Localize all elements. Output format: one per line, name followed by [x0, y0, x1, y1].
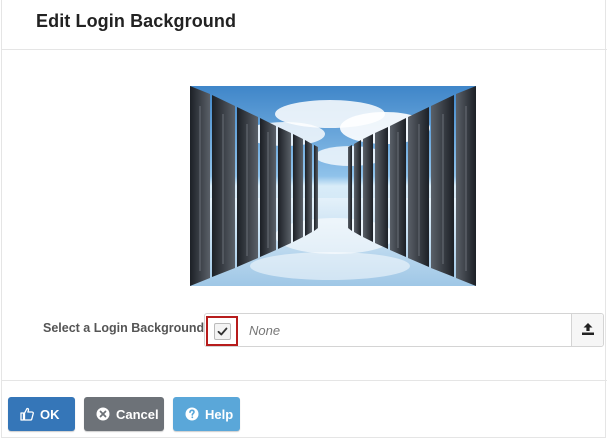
help-button-label: Help [205, 406, 234, 422]
edit-login-background-dialog: Edit Login Background Select a Login Bac… [1, 0, 607, 438]
select-background-checkbox[interactable] [206, 316, 238, 346]
dialog-footer: OK Cancel Help [2, 380, 607, 438]
question-circle-icon [185, 407, 199, 421]
cancel-button[interactable]: Cancel [84, 397, 164, 431]
background-preview-image [190, 86, 476, 286]
upload-button[interactable] [571, 314, 603, 346]
check-icon [214, 323, 231, 340]
login-background-label: Select a Login Background [43, 321, 205, 335]
dialog-title: Edit Login Background [36, 11, 237, 31]
background-value[interactable]: None [249, 323, 280, 338]
ok-button[interactable]: OK [8, 397, 75, 431]
cancel-button-label: Cancel [116, 406, 159, 422]
login-background-selector: None [204, 313, 604, 347]
upload-icon [582, 323, 594, 335]
dialog-header: Edit Login Background [2, 0, 607, 50]
thumbs-up-icon [20, 407, 34, 421]
ok-button-label: OK [40, 406, 60, 422]
help-button[interactable]: Help [173, 397, 240, 431]
times-circle-icon [96, 407, 110, 421]
